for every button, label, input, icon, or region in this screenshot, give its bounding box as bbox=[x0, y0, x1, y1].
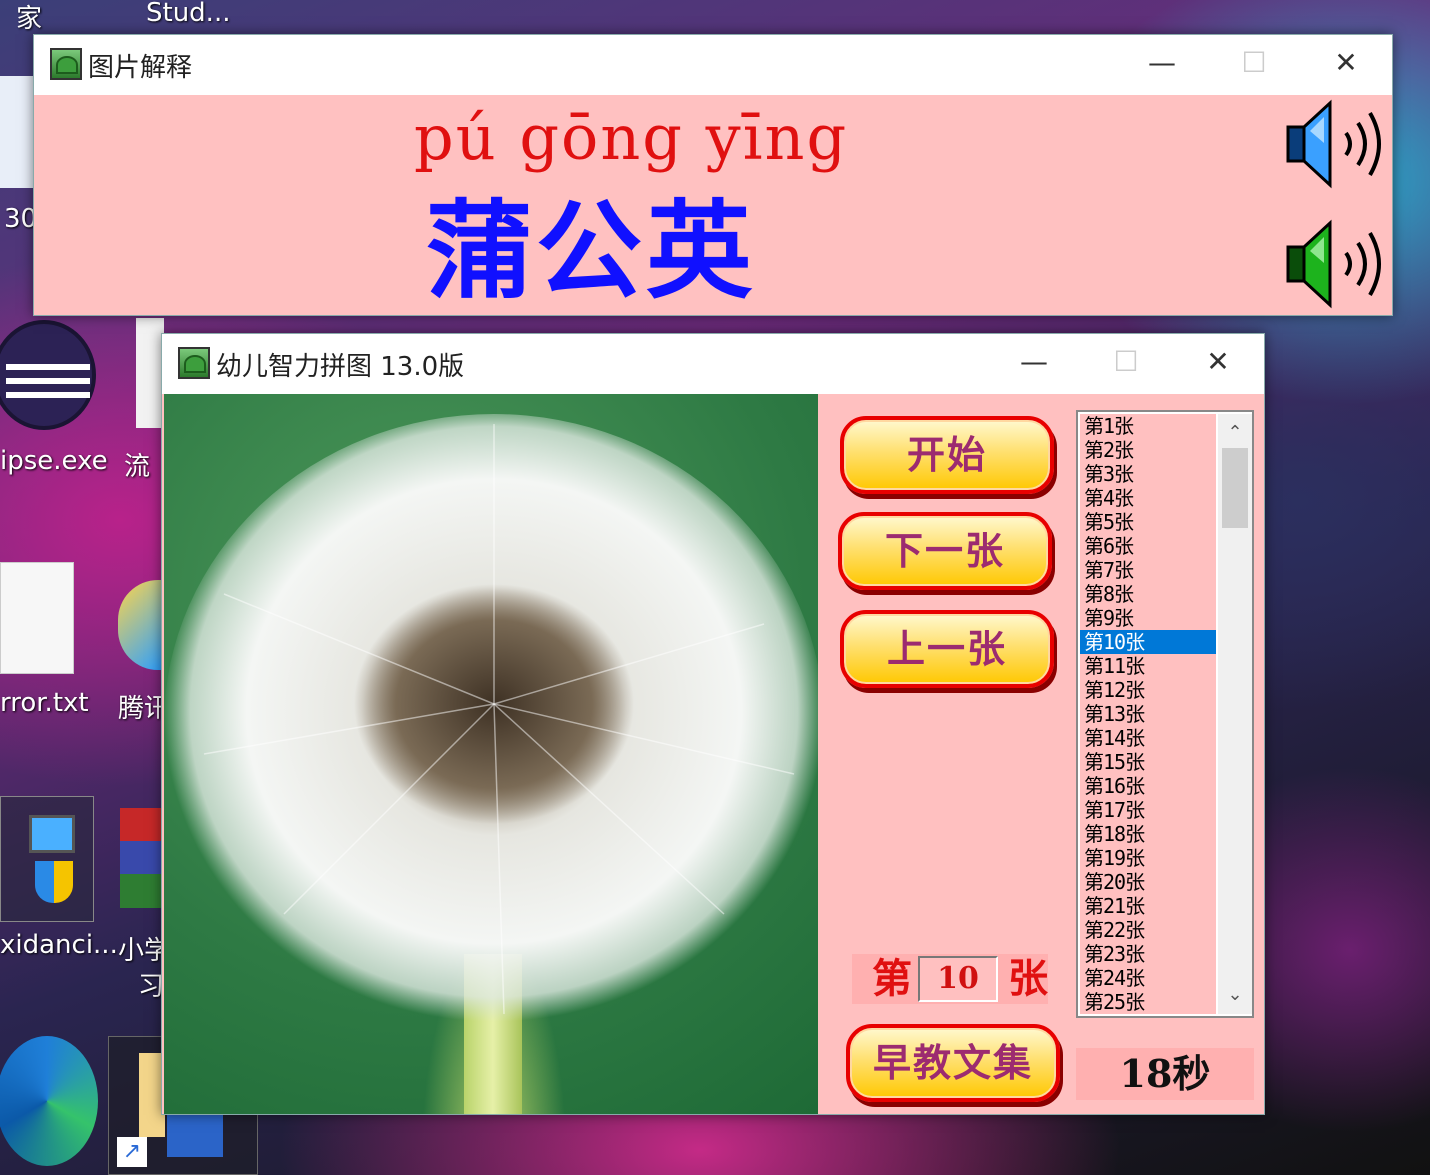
desktop-icon-label: xidanci... bbox=[0, 930, 118, 960]
list-item[interactable]: 第19张 bbox=[1080, 846, 1216, 870]
puzzle-window-content: 开始 下一张 上一张 早教文集 第1张 第2张 第3张 第4张 第5张 第6张 第7张 第8张… bbox=[162, 394, 1264, 1114]
counter-suffix: 张 bbox=[1008, 955, 1048, 1002]
list-item[interactable]: 第13张 bbox=[1080, 702, 1216, 726]
list-item[interactable]: 第21张 bbox=[1080, 894, 1216, 918]
browser-icon[interactable] bbox=[118, 580, 162, 670]
list-item[interactable]: 第14张 bbox=[1080, 726, 1216, 750]
speaker-blue-icon[interactable] bbox=[1284, 99, 1394, 189]
scroll-thumb[interactable] bbox=[1222, 448, 1248, 528]
pinyin-text: pú gōng yīng bbox=[414, 101, 849, 174]
list-item[interactable]: 第15张 bbox=[1080, 750, 1216, 774]
explain-window-content: pú gōng yīng 蒲公英 bbox=[34, 95, 1392, 315]
previous-picture-button[interactable]: 上一张 bbox=[840, 610, 1054, 688]
list-item[interactable]: 第17张 bbox=[1080, 798, 1216, 822]
desktop-icon-label: ipse.exe bbox=[0, 446, 108, 476]
desktop-icon-label: rror.txt bbox=[0, 688, 89, 718]
list-item[interactable]: 第8张 bbox=[1080, 582, 1216, 606]
scroll-down-icon[interactable]: ⌄ bbox=[1218, 980, 1252, 1010]
puzzle-window-titlebar[interactable]: 幼儿智力拼图 13.0版 — ☐ ✕ bbox=[162, 334, 1264, 392]
explain-window-title: 图片解释 bbox=[88, 53, 193, 83]
puzzle-window: 幼儿智力拼图 13.0版 — ☐ ✕ 开始 下一张 上一张 早教文集 第1张 第… bbox=[161, 333, 1265, 1115]
minimize-button[interactable]: — bbox=[1004, 342, 1064, 382]
list-item[interactable]: 第10张 bbox=[1080, 630, 1216, 654]
picture-list-items[interactable]: 第1张 第2张 第3张 第4张 第5张 第6张 第7张 第8张 第9张 第10张 第11张 第12张第… bbox=[1080, 414, 1216, 1014]
picture-counter: 第 10 张 bbox=[852, 954, 1048, 1004]
close-button[interactable]: ✕ bbox=[1316, 43, 1376, 83]
picture-list-scrollbar[interactable]: ⌃ ⌄ bbox=[1218, 414, 1252, 1014]
picture-list[interactable]: 第1张 第2张 第3张 第4张 第5张 第6张 第7张 第8张 第9张 第10张 第11张 第12张第… bbox=[1076, 410, 1254, 1018]
edge-icon[interactable] bbox=[0, 1036, 98, 1166]
maximize-button[interactable]: ☐ bbox=[1224, 43, 1284, 83]
eclipse-icon[interactable] bbox=[0, 320, 96, 430]
list-item[interactable]: 第1张 bbox=[1080, 414, 1216, 438]
app-picture-icon bbox=[50, 48, 82, 80]
list-item[interactable]: 第18张 bbox=[1080, 822, 1216, 846]
list-item[interactable]: 第22张 bbox=[1080, 918, 1216, 942]
hanzi-text: 蒲公英 bbox=[426, 190, 756, 313]
desktop-icon-label: 家 bbox=[16, 4, 43, 34]
list-item[interactable]: 第24张 bbox=[1080, 966, 1216, 990]
app-picture-icon bbox=[178, 347, 210, 379]
list-item[interactable]: 第20张 bbox=[1080, 870, 1216, 894]
desktop-icon-label: 流 bbox=[124, 452, 151, 482]
list-item[interactable]: 第9张 bbox=[1080, 606, 1216, 630]
start-button[interactable]: 开始 bbox=[840, 416, 1054, 494]
speaker-green-icon[interactable] bbox=[1284, 219, 1394, 309]
maximize-button[interactable]: ☐ bbox=[1096, 342, 1156, 382]
list-item[interactable]: 第4张 bbox=[1080, 486, 1216, 510]
explain-window: 图片解释 — ☐ ✕ pú gōng yīng 蒲公英 bbox=[33, 34, 1393, 316]
books-icon[interactable] bbox=[120, 808, 162, 908]
explain-window-titlebar[interactable]: 图片解释 — ☐ ✕ bbox=[34, 35, 1392, 93]
list-item[interactable]: 第16张 bbox=[1080, 774, 1216, 798]
elapsed-timer: 18秒 bbox=[1076, 1048, 1254, 1100]
list-item[interactable]: 第6张 bbox=[1080, 534, 1216, 558]
word-doc-icon[interactable] bbox=[0, 76, 33, 188]
dandelion-image bbox=[164, 414, 818, 1114]
list-item[interactable]: 第23张 bbox=[1080, 942, 1216, 966]
next-picture-button[interactable]: 下一张 bbox=[838, 512, 1052, 590]
list-item[interactable]: 第2张 bbox=[1080, 438, 1216, 462]
text-file-icon[interactable] bbox=[0, 562, 74, 674]
list-item[interactable]: 第11张 bbox=[1080, 654, 1216, 678]
close-button[interactable]: ✕ bbox=[1188, 342, 1248, 382]
picture-number-field[interactable]: 10 bbox=[918, 956, 998, 1002]
file-icon[interactable] bbox=[136, 318, 164, 428]
installer-icon[interactable] bbox=[0, 796, 94, 922]
scroll-up-icon[interactable]: ⌃ bbox=[1218, 418, 1252, 448]
desktop-icon-label: Stud... bbox=[146, 0, 231, 28]
puzzle-picture[interactable] bbox=[164, 394, 818, 1114]
list-item[interactable]: 第5张 bbox=[1080, 510, 1216, 534]
early-education-collection-button[interactable]: 早教文集 bbox=[846, 1024, 1060, 1102]
puzzle-window-title: 幼儿智力拼图 13.0版 bbox=[216, 352, 465, 382]
list-item[interactable]: 第7张 bbox=[1080, 558, 1216, 582]
counter-prefix: 第 bbox=[872, 955, 912, 1002]
list-item[interactable]: 第25张 bbox=[1080, 990, 1216, 1014]
list-item[interactable]: 第3张 bbox=[1080, 462, 1216, 486]
minimize-button[interactable]: — bbox=[1132, 43, 1192, 83]
list-item[interactable]: 第12张 bbox=[1080, 678, 1216, 702]
